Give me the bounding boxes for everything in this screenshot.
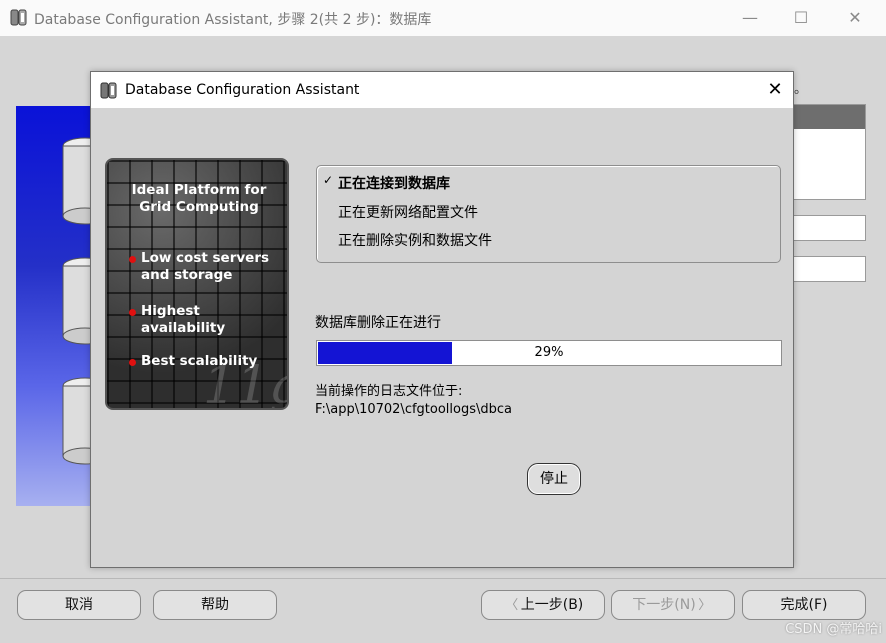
dialog-title: Database Configuration Assistant — [125, 82, 360, 98]
promo-item-line: Low cost servers — [141, 250, 270, 266]
bullet-icon — [129, 256, 136, 263]
chevron-right-icon: 〉 — [698, 598, 712, 613]
promo-item-line: and storage — [141, 267, 233, 283]
step-item-update-network: 正在更新网络配置文件 — [338, 205, 478, 221]
back-button[interactable]: 〈上一步(B) — [481, 590, 605, 620]
outer-titlebar: Database Configuration Assistant, 步骤 2(共… — [0, 0, 886, 36]
outer-window-title: Database Configuration Assistant, 步骤 2(共… — [34, 12, 432, 28]
steps-list: ✓ 正在连接到数据库 正在更新网络配置文件 正在删除实例和数据文件 — [316, 165, 781, 263]
chevron-left-icon: 〈 — [505, 598, 519, 613]
log-location-label: 当前操作的日志文件位于: — [315, 384, 463, 399]
next-button[interactable]: 下一步(N) 〉 — [611, 590, 735, 620]
step-item-connect: 正在连接到数据库 — [338, 176, 450, 192]
database-app-icon — [100, 81, 120, 101]
stray-punctuation: 。 — [794, 82, 808, 97]
watermark-text: CSDN @常哈哈i — [785, 622, 882, 637]
dialog-titlebar: Database Configuration Assistant ✕ — [91, 72, 793, 108]
oracle-banner-image — [16, 106, 98, 506]
maximize-icon[interactable]: ☐ — [789, 6, 813, 30]
progress-dialog: Database Configuration Assistant ✕ Ideal… — [90, 71, 794, 568]
background-field — [792, 215, 866, 241]
stop-button[interactable]: 停止 — [527, 463, 581, 495]
finish-button[interactable]: 完成(F) — [742, 590, 866, 620]
status-label: 数据库删除正在进行 — [315, 315, 441, 331]
next-button-label: 下一步(N) — [632, 597, 696, 613]
close-icon[interactable]: ✕ — [843, 6, 867, 30]
check-icon: ✓ — [323, 173, 334, 187]
help-button[interactable]: 帮助 — [153, 590, 277, 620]
log-path: F:\app\10702\cfgtoollogs\dbca — [315, 402, 512, 417]
background-list — [792, 104, 866, 200]
divider — [0, 578, 886, 579]
bullet-icon — [129, 309, 136, 316]
promo-title-line2: Grid Computing — [139, 199, 259, 215]
progress-bar: 29% — [316, 340, 782, 366]
background-list-selection — [793, 105, 865, 129]
promo-title: Ideal Platform for Grid Computing — [107, 182, 287, 216]
progress-percent: 29% — [534, 345, 564, 360]
step-item-delete-instance: 正在删除实例和数据文件 — [338, 233, 492, 249]
dialog-close-icon[interactable]: ✕ — [763, 78, 787, 102]
promo-item: Highest availability — [141, 303, 226, 336]
bullet-icon — [129, 359, 136, 366]
oracle-11g-promo-image: Ideal Platform for Grid Computing Low co… — [105, 158, 289, 410]
promo-11g-watermark: 11g — [203, 356, 287, 410]
database-app-icon — [10, 8, 30, 28]
minimize-icon[interactable]: — — [738, 6, 762, 30]
cancel-button[interactable]: 取消 — [17, 590, 141, 620]
promo-title-line1: Ideal Platform for — [131, 182, 267, 198]
back-button-label: 上一步(B) — [520, 597, 584, 613]
promo-item: Low cost servers and storage — [141, 250, 269, 284]
background-field — [792, 256, 866, 282]
